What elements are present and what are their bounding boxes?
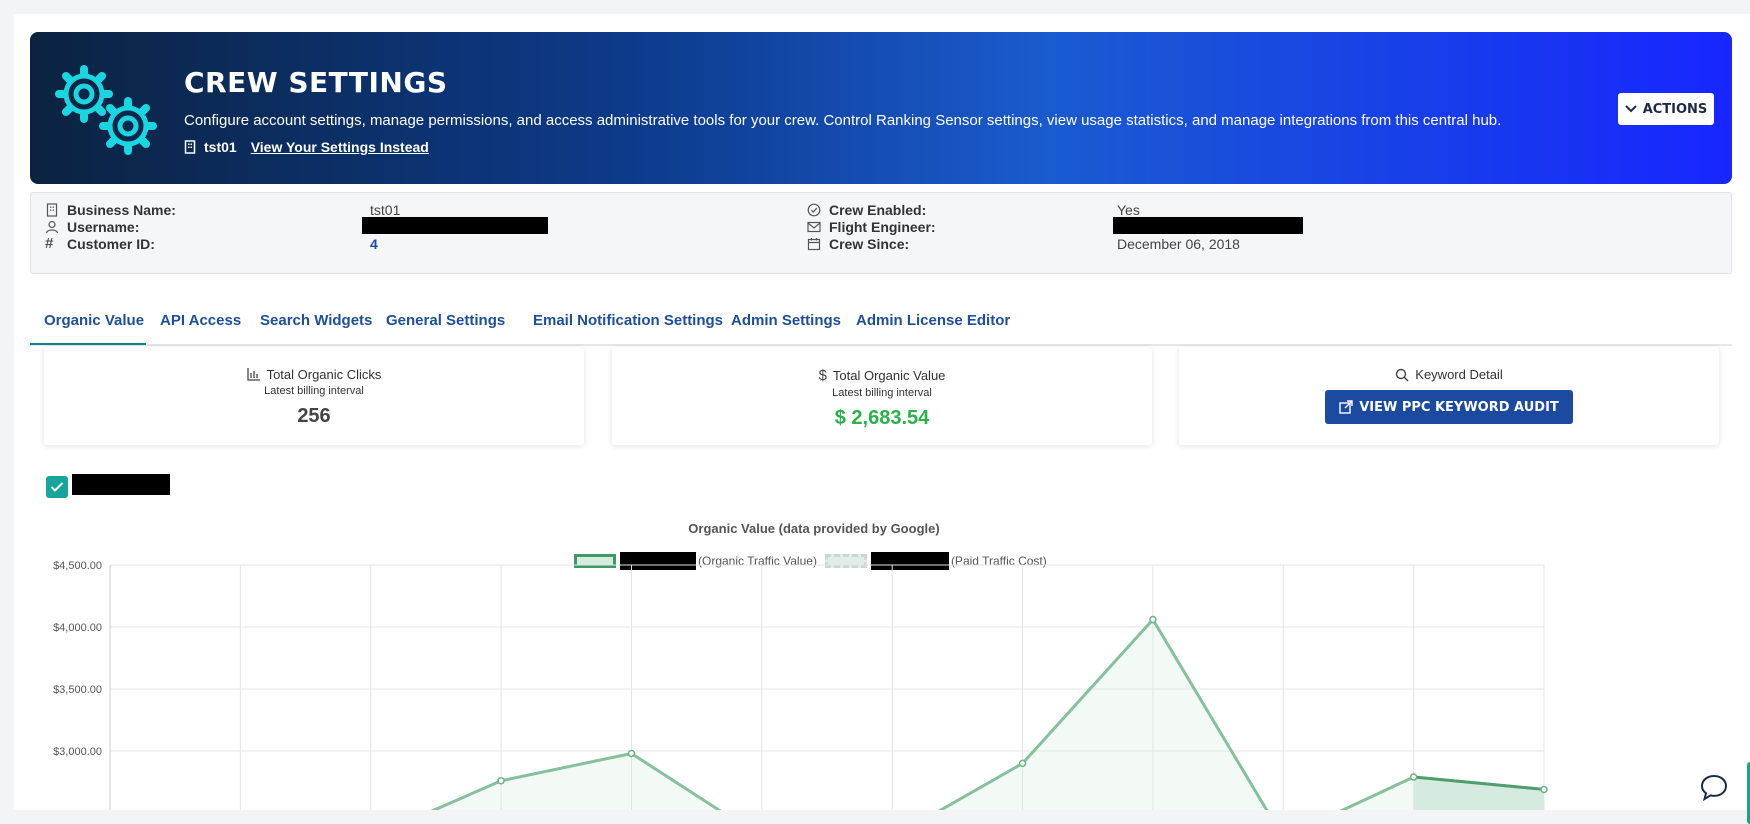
organic-point [497, 777, 505, 785]
organic-point [1149, 615, 1157, 624]
organic-point [627, 749, 636, 758]
chat-icon[interactable] [1699, 772, 1729, 802]
organic-point [1409, 773, 1418, 781]
page: CREW SETTINGS Configure account settings… [14, 14, 1750, 824]
y-tick-label: $4,500.00 [53, 560, 102, 572]
organic-area [110, 619, 1544, 810]
organic-point [1018, 759, 1027, 768]
y-tick-label: $4,000.00 [53, 622, 102, 634]
y-tick-label: $3,500.00 [53, 684, 102, 696]
y-tick-label: $3,000.00 [53, 746, 102, 758]
organic-point [1540, 785, 1548, 794]
organic-value-chart: $4,500.00 $4,000.00 $3,500.00 $3,000.00 [53, 560, 1548, 810]
organic-line [430, 617, 1545, 810]
